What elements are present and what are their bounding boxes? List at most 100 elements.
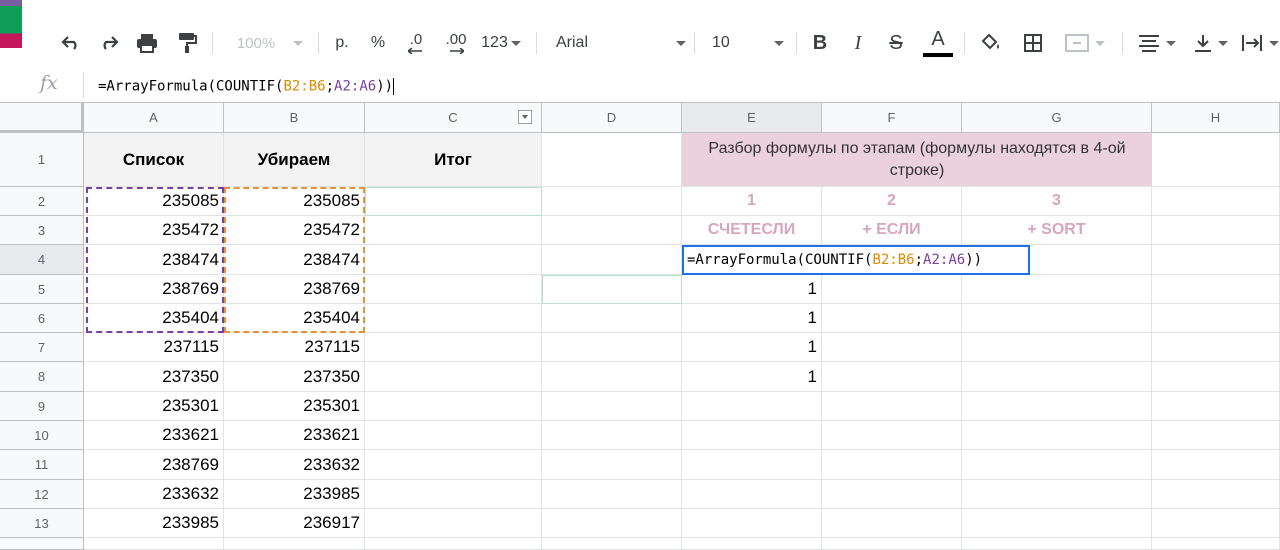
grid-cell[interactable] xyxy=(365,245,542,275)
grid-cell[interactable] xyxy=(1152,509,1280,538)
remove-value-cell[interactable]: 233985 xyxy=(224,480,365,509)
row-header[interactable]: 8 xyxy=(0,362,84,392)
grid-cell[interactable] xyxy=(365,421,542,450)
bold-button[interactable]: B xyxy=(808,28,832,58)
merge-cells-icon[interactable] xyxy=(1060,28,1110,58)
grid-cell[interactable] xyxy=(542,362,682,392)
grid-cell[interactable] xyxy=(365,480,542,509)
list-value-cell[interactable]: 235301 xyxy=(84,392,224,421)
grid-cell[interactable] xyxy=(365,392,542,421)
grid-cell[interactable] xyxy=(1152,133,1280,187)
stage-name-cell[interactable]: + SORT xyxy=(962,216,1152,245)
grid-cell[interactable] xyxy=(1152,480,1280,509)
row-header[interactable]: 4 xyxy=(0,245,84,275)
more-formats-button[interactable]: 123 xyxy=(478,28,524,58)
breakdown-title-cell[interactable]: Разбор формулы по этапам (формулы находя… xyxy=(682,133,1152,187)
font-size-select[interactable]: 10 xyxy=(712,28,784,58)
grid-cell[interactable] xyxy=(542,304,682,333)
grid-cell[interactable] xyxy=(542,509,682,538)
grid-cell[interactable] xyxy=(682,480,822,509)
increase-decimal-button[interactable]: .00 xyxy=(440,28,472,58)
list-value-cell[interactable]: 237115 xyxy=(84,333,224,362)
italic-button[interactable]: I xyxy=(846,28,870,58)
grid-cell[interactable] xyxy=(682,421,822,450)
stage-number-cell[interactable]: 2 xyxy=(822,187,962,216)
grid-cell[interactable] xyxy=(962,509,1152,538)
countif-result-cell[interactable]: 1 xyxy=(682,304,822,333)
countif-result-cell[interactable]: 1 xyxy=(682,362,822,392)
grid-cell[interactable] xyxy=(1152,216,1280,245)
grid-cell[interactable] xyxy=(542,392,682,421)
grid-cell[interactable] xyxy=(542,216,682,245)
column-header[interactable]: F xyxy=(822,103,962,133)
grid-cell[interactable] xyxy=(962,480,1152,509)
row-header[interactable]: 9 xyxy=(0,392,84,421)
grid-cell[interactable] xyxy=(682,450,822,480)
row-header[interactable]: 5 xyxy=(0,275,84,304)
countif-result-cell[interactable]: 1 xyxy=(682,333,822,362)
grid-cell[interactable] xyxy=(962,450,1152,480)
cell-e4-editor[interactable]: =ArrayFormula(COUNTIF(B2:B6; A2:A6)) xyxy=(682,245,1030,275)
grid-cell[interactable] xyxy=(365,362,542,392)
grid-cell[interactable] xyxy=(822,509,962,538)
grid-cell[interactable] xyxy=(822,333,962,362)
grid-cell[interactable] xyxy=(962,333,1152,362)
grid-cell[interactable] xyxy=(542,480,682,509)
grid-cell[interactable] xyxy=(542,333,682,362)
grid-cell[interactable] xyxy=(365,216,542,245)
align-vertical-icon[interactable] xyxy=(1188,28,1234,58)
text-color-button[interactable]: A xyxy=(922,28,954,58)
stage-number-cell[interactable]: 3 xyxy=(962,187,1152,216)
grid-cell[interactable] xyxy=(962,275,1152,304)
strikethrough-button[interactable]: S xyxy=(884,28,908,58)
grid-cell[interactable] xyxy=(1152,362,1280,392)
row-header[interactable] xyxy=(0,538,84,550)
grid-cell[interactable] xyxy=(1152,187,1280,216)
grid-cell[interactable] xyxy=(542,421,682,450)
row-header[interactable]: 2 xyxy=(0,187,84,216)
grid-cell[interactable] xyxy=(542,187,682,216)
grid-cell[interactable] xyxy=(1152,333,1280,362)
grid-cell[interactable] xyxy=(822,538,962,550)
row-header[interactable]: 3 xyxy=(0,216,84,245)
borders-icon[interactable] xyxy=(1020,28,1046,58)
grid-cell[interactable] xyxy=(365,275,542,304)
row-header[interactable]: 6 xyxy=(0,304,84,333)
grid-cell[interactable] xyxy=(224,538,365,550)
column-header[interactable]: B xyxy=(224,103,365,133)
grid-cell[interactable] xyxy=(84,538,224,550)
remove-value-cell[interactable]: 237115 xyxy=(224,333,365,362)
column-header[interactable]: E xyxy=(682,103,822,133)
grid-cell[interactable] xyxy=(682,392,822,421)
grid-cell[interactable] xyxy=(542,245,682,275)
column-header[interactable]: G xyxy=(962,103,1152,133)
undo-icon[interactable] xyxy=(58,28,84,58)
grid-cell[interactable] xyxy=(962,392,1152,421)
decrease-decimal-button[interactable]: .0 xyxy=(402,28,430,58)
grid-cell[interactable] xyxy=(542,450,682,480)
grid-cell[interactable] xyxy=(822,392,962,421)
grid-cell[interactable] xyxy=(1152,275,1280,304)
remove-value-cell[interactable]: 233621 xyxy=(224,421,365,450)
column-filter-icon[interactable] xyxy=(518,110,532,124)
percent-button[interactable]: % xyxy=(366,28,390,58)
remove-value-cell[interactable]: 236917 xyxy=(224,509,365,538)
row-header[interactable]: 12 xyxy=(0,480,84,509)
grid-cell[interactable] xyxy=(365,538,542,550)
redo-icon[interactable] xyxy=(96,28,122,58)
grid-cell[interactable] xyxy=(365,509,542,538)
currency-button[interactable]: р. xyxy=(330,28,354,58)
list-value-cell[interactable]: 238769 xyxy=(84,450,224,480)
column-header[interactable]: H xyxy=(1152,103,1280,133)
grid-cell[interactable] xyxy=(1152,421,1280,450)
text-wrap-icon[interactable] xyxy=(1240,28,1280,58)
grid-cell[interactable] xyxy=(365,333,542,362)
grid-cell[interactable] xyxy=(822,450,962,480)
font-family-select[interactable]: Arial xyxy=(556,28,686,58)
row-header[interactable]: 13 xyxy=(0,509,84,538)
grid-cell[interactable] xyxy=(822,421,962,450)
column-header[interactable]: C xyxy=(365,103,542,133)
countif-result-cell[interactable]: 1 xyxy=(682,275,822,304)
grid-cell[interactable] xyxy=(682,538,822,550)
grid-cell[interactable] xyxy=(682,509,822,538)
